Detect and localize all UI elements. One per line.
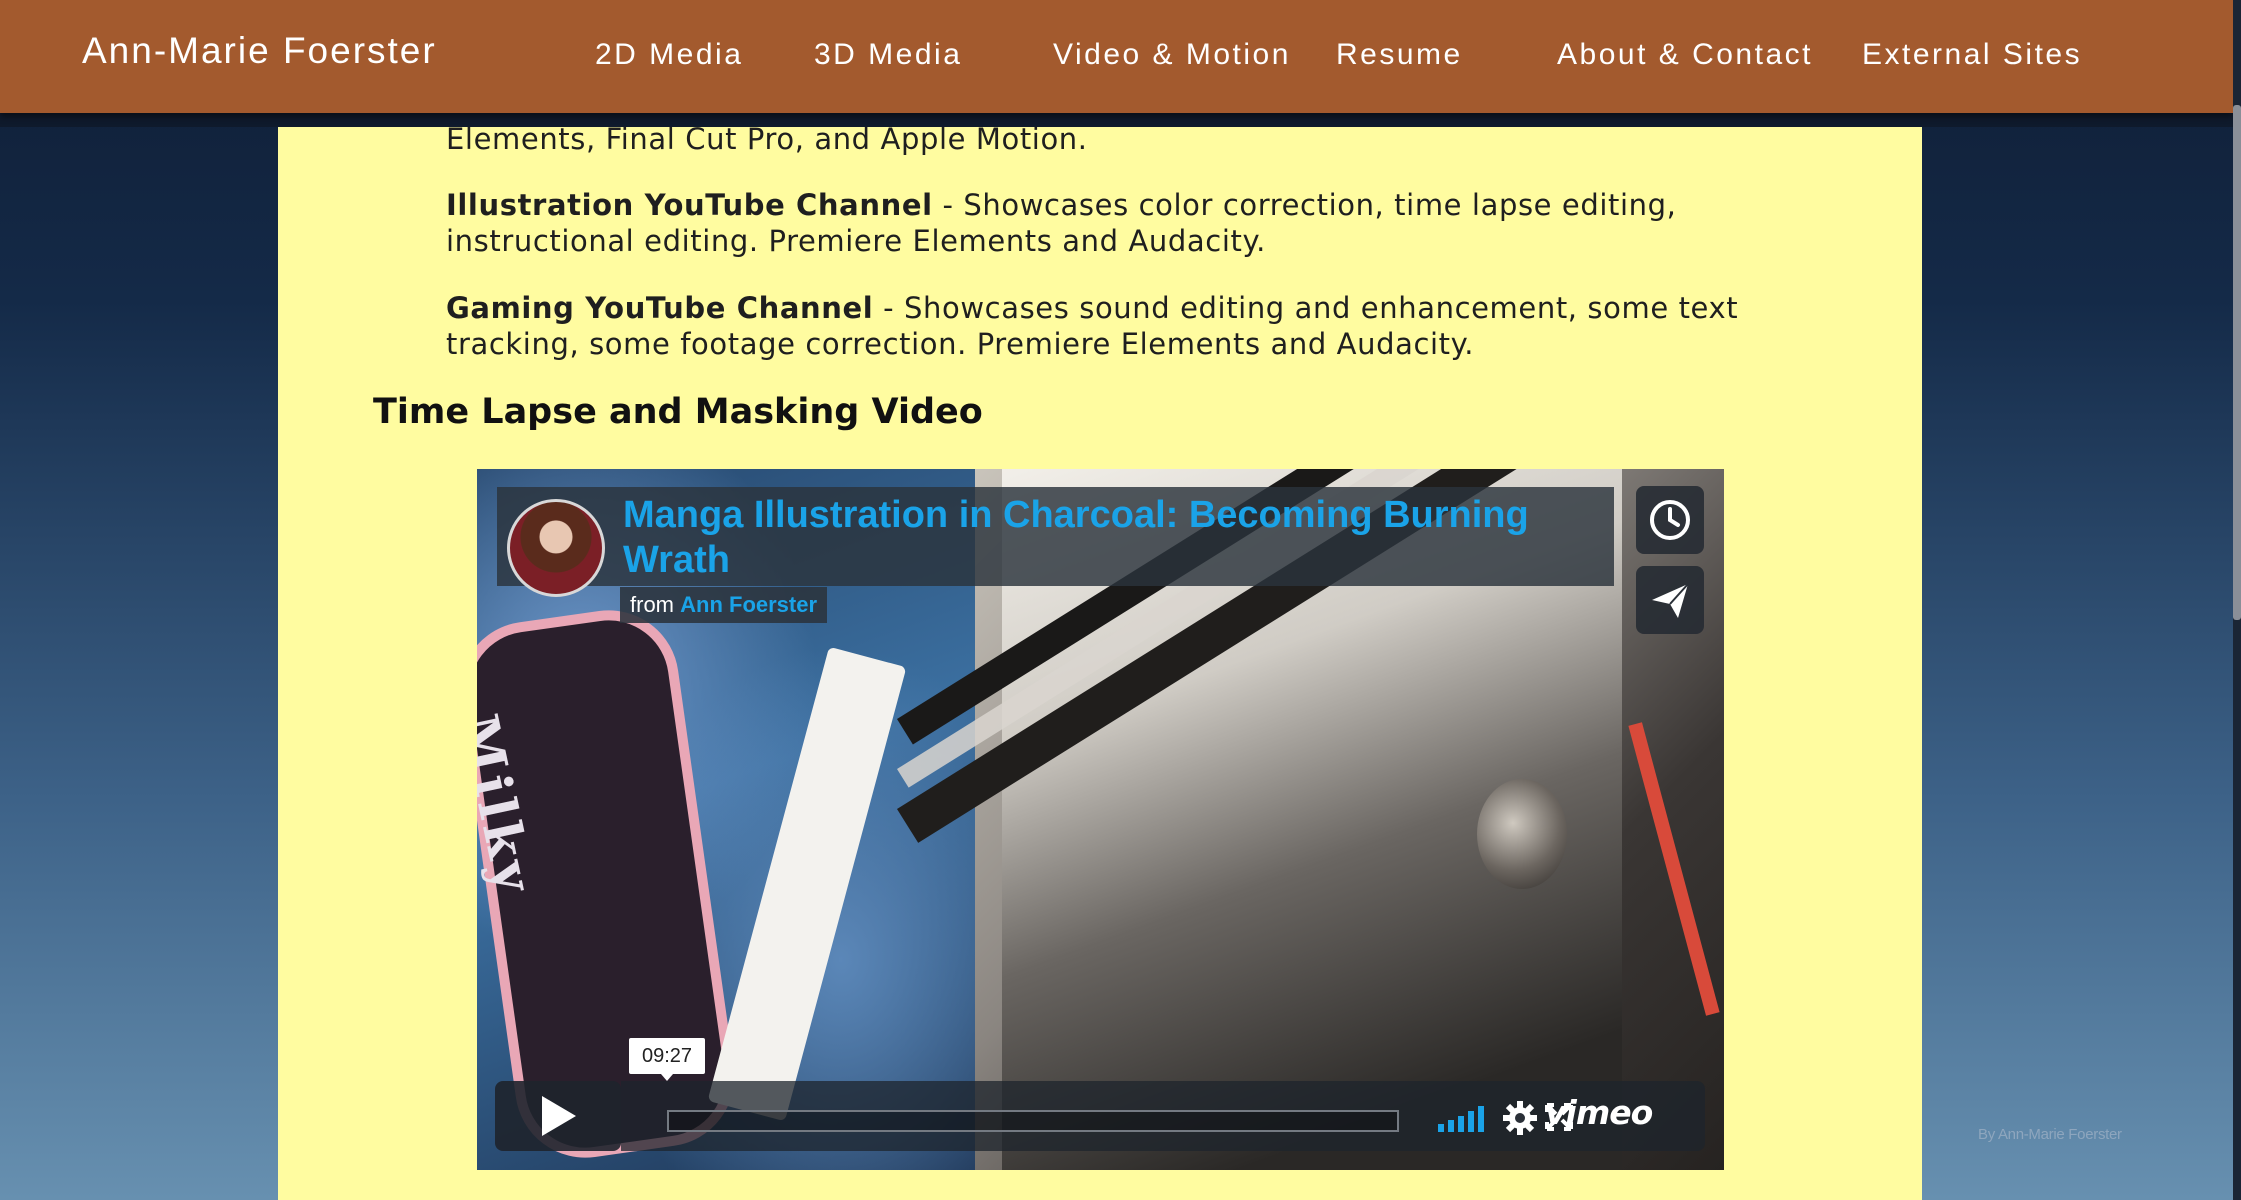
video-title-link[interactable]: Manga Illustration in Charcoal: Becoming…	[623, 493, 1603, 583]
watch-later-button[interactable]	[1636, 486, 1704, 554]
vimeo-logo[interactable]: vimeo	[1545, 1093, 1653, 1132]
byline-author-link[interactable]: Ann Foerster	[680, 592, 817, 617]
gaming-channel-desc-2: tracking, some footage correction. Premi…	[446, 327, 1475, 361]
nav-about-contact[interactable]: About & Contact	[1557, 38, 1813, 72]
video-byline: from Ann Foerster	[620, 587, 828, 623]
gaming-channel-desc-1: - Showcases sound editing and enhancemen…	[873, 291, 1739, 325]
nav-2d-media[interactable]: 2D Media	[595, 38, 743, 72]
progress-bar[interactable]	[667, 1110, 1399, 1132]
site-header: Ann-Marie Foerster 2D Media 3D Media Vid…	[0, 0, 2233, 113]
nav-external-sites[interactable]: External Sites	[1862, 38, 2082, 72]
vimeo-video-player[interactable]: Milky Manga Illustration in Charcoal: Be…	[477, 469, 1724, 1170]
play-button[interactable]	[495, 1081, 621, 1151]
drawing-lens	[1477, 779, 1567, 889]
play-icon	[542, 1096, 576, 1136]
share-button[interactable]	[1636, 566, 1704, 634]
player-controls: 09:27 vimeo	[495, 1038, 1705, 1156]
nav-video-motion[interactable]: Video & Motion	[1053, 38, 1291, 72]
nav-3d-media[interactable]: 3D Media	[814, 38, 962, 72]
gaming-channel-link[interactable]: Gaming YouTube Channel	[446, 291, 873, 325]
scrollbar-thumb[interactable]	[2233, 105, 2241, 620]
illustration-channel-item: Illustration YouTube Channel - Showcases…	[446, 187, 1746, 259]
paper-plane-icon	[1652, 583, 1689, 618]
volume-bars-icon[interactable]	[1438, 1104, 1488, 1132]
byline-from-label: from	[630, 592, 674, 617]
duration-badge: 09:27	[629, 1038, 705, 1081]
nav-resume[interactable]: Resume	[1336, 38, 1463, 72]
illustration-channel-desc-1: - Showcases color correction, time lapse…	[932, 188, 1677, 222]
gaming-channel-item: Gaming YouTube Channel - Showcases sound…	[446, 290, 1746, 362]
section-title: Time Lapse and Masking Video	[373, 392, 983, 432]
footer-credit: By Ann-Marie Foerster	[1978, 1126, 2122, 1143]
illustration-channel-link[interactable]: Illustration YouTube Channel	[446, 188, 933, 222]
clock-icon	[1650, 500, 1690, 540]
header-shadow-band	[0, 113, 2233, 127]
site-brand[interactable]: Ann-Marie Foerster	[82, 30, 437, 72]
author-avatar[interactable]	[507, 499, 605, 597]
illustration-channel-desc-2: instructional editing. Premiere Elements…	[446, 224, 1266, 258]
gear-icon[interactable]	[1503, 1101, 1537, 1135]
